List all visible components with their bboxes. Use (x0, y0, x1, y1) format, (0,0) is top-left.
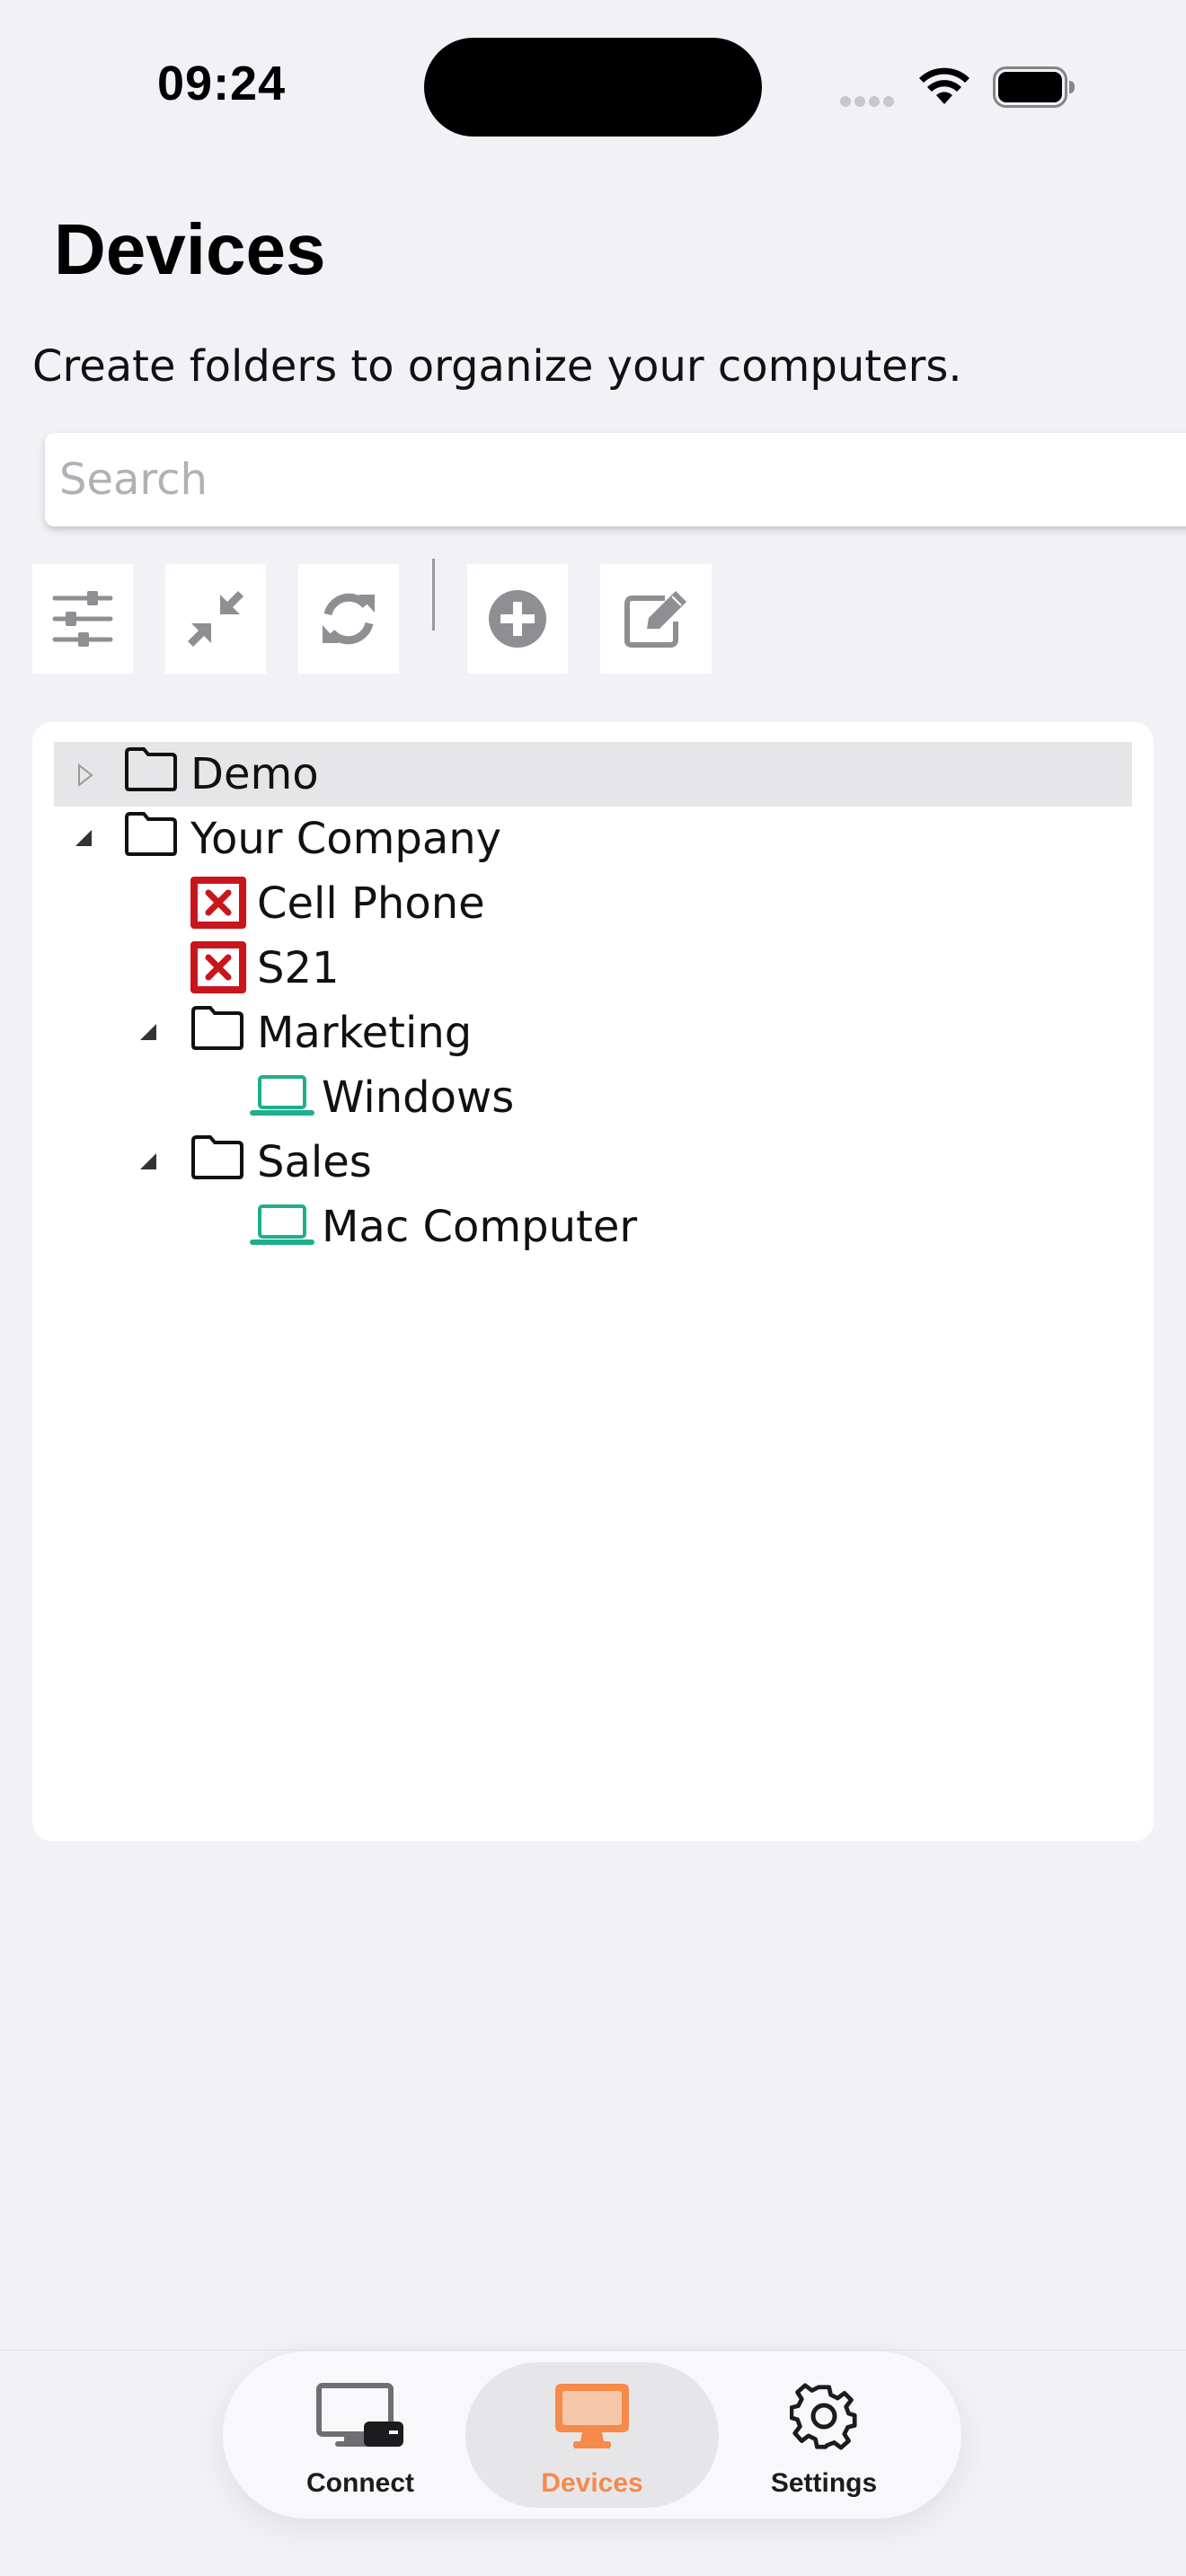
tree-item-label: Your Company (190, 814, 502, 864)
tree-item-label: Mac Computer (322, 1202, 638, 1252)
tree-item-label: Windows (322, 1072, 515, 1123)
wifi-icon (919, 67, 969, 104)
monitor-icon (555, 2384, 629, 2448)
expanded-arrow-icon[interactable] (138, 1151, 158, 1171)
tree-item-mac-computer[interactable]: Mac Computer (54, 1195, 1132, 1259)
monitor-connect-icon (316, 2383, 403, 2447)
tree-item-demo[interactable]: Demo (54, 742, 1132, 807)
tree-item-label: Sales (257, 1137, 372, 1187)
battery-icon (993, 66, 1075, 108)
edit-icon (624, 591, 686, 648)
tree-item-label: S21 (257, 943, 340, 993)
refresh-button[interactable] (298, 564, 399, 674)
laptop-icon (250, 1075, 314, 1116)
gear-icon (790, 2383, 857, 2450)
tab-label: Settings (770, 2468, 878, 2498)
filter-button[interactable] (32, 564, 133, 674)
tree-item-your-company[interactable]: Your Company (54, 807, 1132, 871)
laptop-icon (250, 1204, 314, 1245)
edit-button[interactable] (600, 564, 712, 674)
folder-icon (125, 812, 177, 856)
collapse-all-button[interactable] (165, 564, 266, 674)
tree-item-label: Demo (190, 749, 319, 799)
collapse-arrows-icon (188, 591, 243, 647)
tree-item-label: Marketing (257, 1008, 473, 1058)
device-tree: Demo Your Company Cell Phone S21 Marketi… (32, 722, 1154, 1841)
tab-label: Devices (541, 2468, 643, 2498)
tree-item-marketing[interactable]: Marketing (54, 1001, 1132, 1065)
tab-bar: Connect Devices Settings (223, 2351, 961, 2519)
expanded-arrow-icon[interactable] (74, 828, 93, 848)
add-circle-icon (489, 590, 546, 648)
app-screen: 09:24 Devices Create folders to organize… (0, 0, 1186, 2576)
toolbar-divider (432, 559, 435, 631)
refresh-icon (323, 593, 375, 645)
expanded-arrow-icon[interactable] (138, 1022, 158, 1042)
add-button[interactable] (467, 564, 568, 674)
tab-label: Connect (306, 2468, 414, 2498)
tree-item-s21[interactable]: S21 (54, 936, 1132, 1001)
tree-item-sales[interactable]: Sales (54, 1130, 1132, 1195)
tree-item-label: Cell Phone (257, 878, 485, 929)
page-subtitle: Create folders to organize your computer… (32, 341, 962, 392)
error-x-icon (190, 941, 246, 993)
tree-item-cell-phone[interactable]: Cell Phone (54, 871, 1132, 936)
search-input[interactable] (45, 433, 1137, 526)
folder-icon (191, 1006, 243, 1050)
page-title: Devices (54, 209, 326, 289)
folder-icon (191, 1135, 243, 1179)
tab-connect[interactable]: Connect (234, 2362, 487, 2508)
status-time: 09:24 (157, 57, 287, 110)
collapsed-arrow-icon[interactable] (77, 763, 93, 787)
error-x-icon (190, 877, 246, 929)
tab-devices[interactable]: Devices (465, 2362, 719, 2508)
tab-settings[interactable]: Settings (697, 2362, 951, 2508)
tab-bar-divider (0, 2350, 1186, 2351)
search-field[interactable] (45, 433, 1186, 526)
tree-item-windows[interactable]: Windows (54, 1065, 1132, 1130)
sliders-icon (52, 591, 113, 647)
dynamic-island (424, 38, 762, 137)
cellular-signal-icon (840, 93, 898, 110)
folder-icon (125, 747, 177, 791)
